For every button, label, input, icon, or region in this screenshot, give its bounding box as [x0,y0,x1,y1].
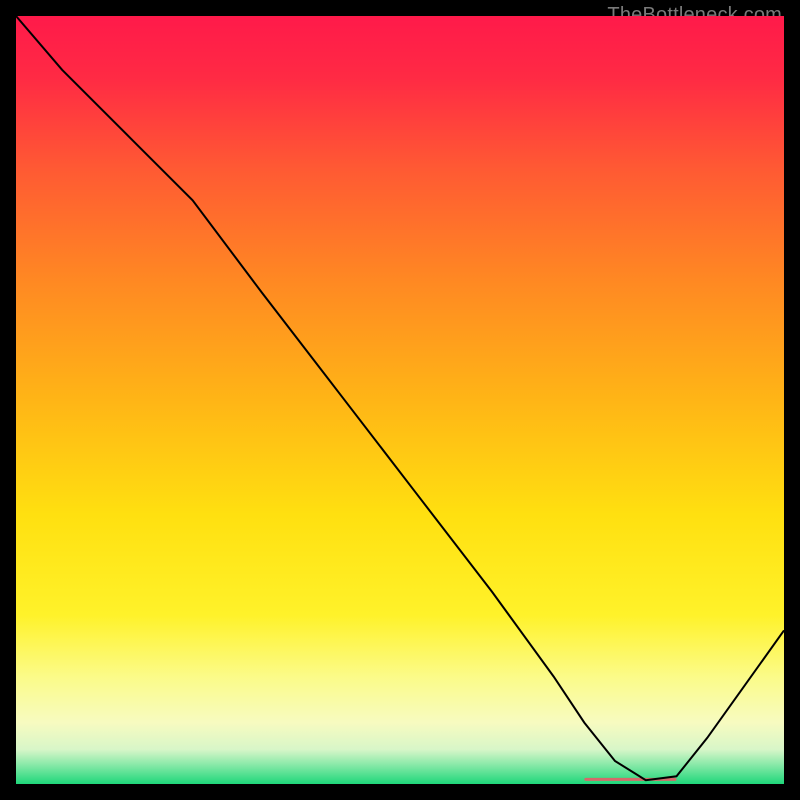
chart-svg [16,16,784,784]
plot-area [16,16,784,784]
chart-container: TheBottleneck.com [0,0,800,800]
gradient-background [16,16,784,784]
